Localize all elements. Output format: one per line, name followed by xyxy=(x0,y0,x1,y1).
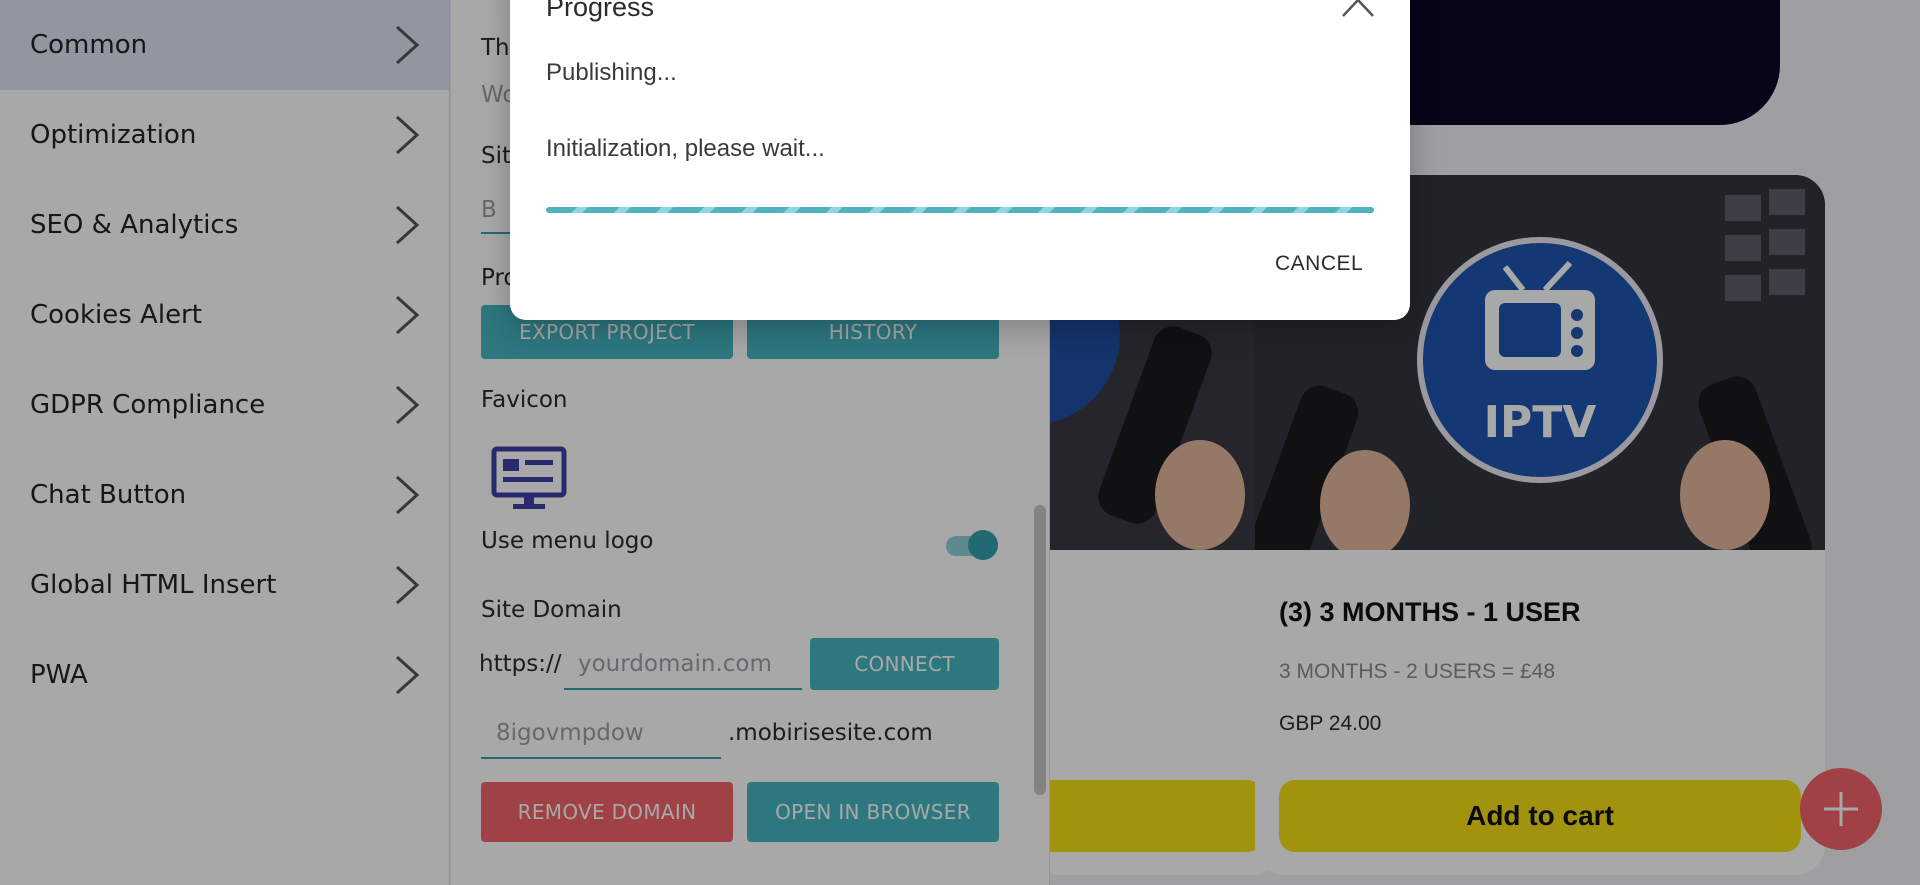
publishing-status: Publishing... xyxy=(546,59,677,86)
close-chevron-icon[interactable] xyxy=(1340,0,1376,20)
progress-bar xyxy=(546,207,1374,213)
progress-dialog: Progress Publishing... Initialization, p… xyxy=(510,0,1410,320)
progress-message: Initialization, please wait... xyxy=(546,135,825,162)
cancel-button[interactable]: CANCEL xyxy=(1275,252,1363,276)
dialog-title: Progress xyxy=(546,0,655,22)
